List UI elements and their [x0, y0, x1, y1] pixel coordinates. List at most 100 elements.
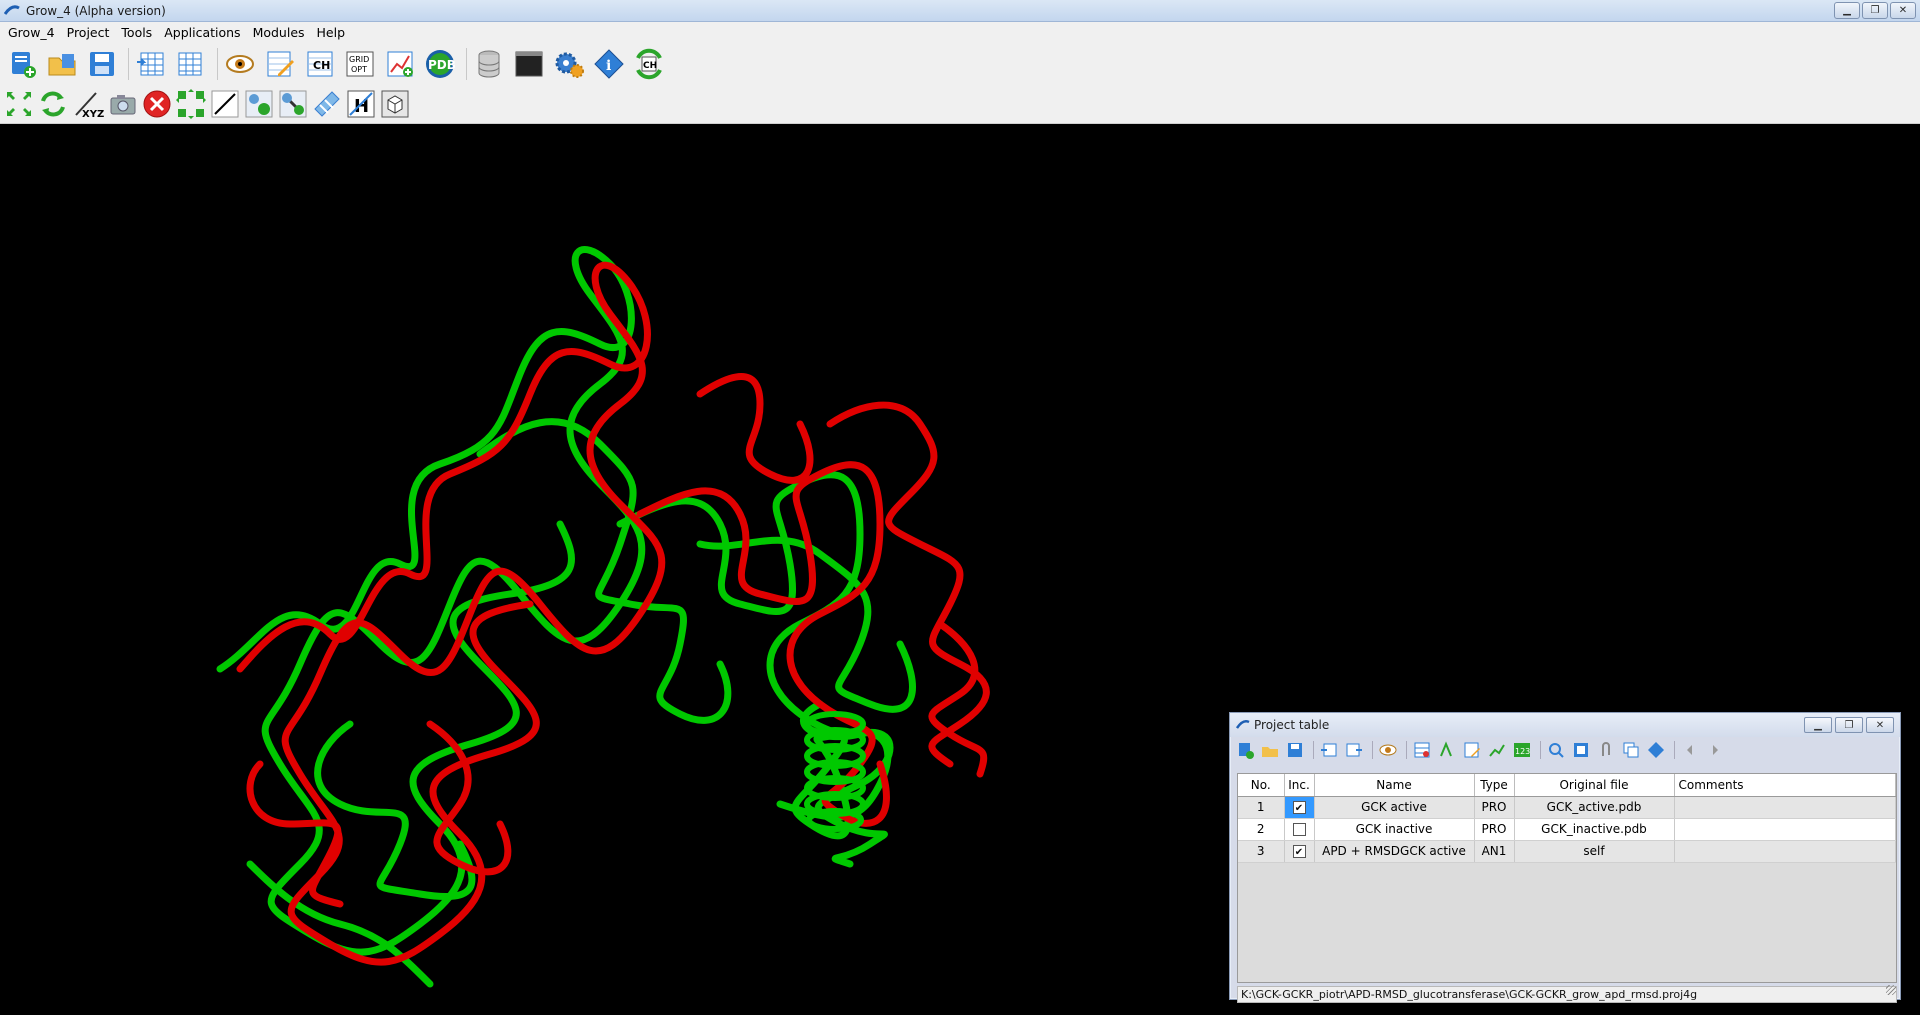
pt-table-button[interactable] [1411, 739, 1433, 761]
column-header-type[interactable]: Type [1474, 774, 1515, 797]
export-table-button[interactable] [173, 46, 209, 82]
view-icon [1379, 744, 1397, 756]
pt-prev-button[interactable] [1679, 739, 1701, 761]
cell-comments[interactable] [1674, 840, 1896, 863]
toolbar-row-1: CH GRID OPT PDB i CH [4, 46, 671, 82]
pt-save-button[interactable] [1284, 739, 1306, 761]
pt-next-button[interactable] [1704, 739, 1726, 761]
database-icon [478, 50, 500, 78]
menu-help[interactable]: Help [311, 25, 352, 40]
cell-inc[interactable] [1284, 796, 1315, 819]
new-project-button[interactable] [4, 46, 40, 82]
atom-tool-button[interactable] [244, 86, 274, 122]
svg-text:GRID: GRID [349, 55, 369, 64]
ribbon-tool-button[interactable] [312, 86, 342, 122]
ch-button[interactable]: CH [302, 46, 338, 82]
pt-grid-button[interactable] [1570, 739, 1592, 761]
edit-button[interactable] [262, 46, 298, 82]
camera-icon [110, 95, 136, 115]
include-checkbox[interactable] [1292, 801, 1306, 814]
grid-opt-button[interactable]: GRID OPT [342, 46, 378, 82]
pt-attach-button[interactable] [1595, 739, 1617, 761]
pt-export-button[interactable] [1343, 739, 1365, 761]
arrow-right-icon [1713, 745, 1718, 755]
hydrogen-button[interactable]: H [346, 86, 376, 122]
pt-minimize-button[interactable]: ▁ [1804, 717, 1832, 733]
pdb-button[interactable]: PDB [422, 46, 458, 82]
svg-text:CH: CH [643, 61, 657, 71]
terminal-button[interactable] [511, 46, 547, 82]
column-header-comments[interactable]: Comments [1674, 774, 1896, 797]
cell-inc[interactable] [1284, 840, 1315, 863]
pt-toolbar-separator [1540, 741, 1541, 759]
xyz-axes-button[interactable]: XYZ [72, 86, 104, 122]
pt-new-button[interactable] [1234, 739, 1256, 761]
pt-view-button[interactable] [1377, 739, 1399, 761]
cell-inc[interactable] [1284, 818, 1315, 841]
sort-icon [1440, 741, 1452, 757]
menu-applications[interactable]: Applications [158, 25, 246, 40]
pt-import-button[interactable] [1318, 739, 1340, 761]
expand-button[interactable] [176, 86, 206, 122]
pt-graph-button[interactable] [1486, 739, 1508, 761]
column-header-no[interactable]: No. [1238, 774, 1285, 797]
save-project-button[interactable] [84, 46, 120, 82]
project-table-title: Project table [1254, 718, 1330, 732]
pt-sort-button[interactable] [1436, 739, 1458, 761]
restore-button[interactable]: ❐ [1862, 2, 1888, 19]
column-header-original-file[interactable]: Original file [1514, 774, 1675, 797]
cell-comments[interactable] [1674, 818, 1896, 841]
stop-button[interactable] [142, 86, 172, 122]
cell-name[interactable]: GCK active [1314, 796, 1475, 819]
column-header-name[interactable]: Name [1314, 774, 1475, 797]
project-table-toolbar: 123 [1234, 738, 1729, 762]
terminal-icon [515, 51, 543, 77]
menu-project[interactable]: Project [61, 25, 116, 40]
resize-grip[interactable] [1886, 985, 1896, 995]
info-button[interactable]: i [591, 46, 627, 82]
pt-copy-button[interactable] [1620, 739, 1642, 761]
add-graph-icon [1489, 744, 1505, 757]
pt-restore-button[interactable]: ❐ [1835, 717, 1863, 733]
fit-view-button[interactable] [4, 86, 34, 122]
pt-open-button[interactable] [1259, 739, 1281, 761]
bond-tool-button[interactable] [278, 86, 308, 122]
line-tool-button[interactable] [210, 86, 240, 122]
database-button[interactable] [471, 46, 507, 82]
project-table-titlebar[interactable]: Project table ▁ ❐ ✕ [1230, 713, 1900, 737]
edit-icon [267, 51, 294, 77]
pt-edit-button[interactable] [1461, 739, 1483, 761]
import-table-button[interactable] [133, 46, 169, 82]
menu-modules[interactable]: Modules [247, 25, 311, 40]
cell-comments[interactable] [1674, 796, 1896, 819]
camera-button[interactable] [108, 86, 138, 122]
add-graph-icon [387, 51, 413, 77]
column-header-inc[interactable]: Inc. [1284, 774, 1315, 797]
include-checkbox[interactable] [1292, 823, 1306, 836]
cell-name[interactable]: APD + RMSDGCK active [1314, 840, 1475, 863]
view-button[interactable] [222, 46, 258, 82]
rotate-button[interactable] [38, 86, 68, 122]
open-project-button[interactable] [44, 46, 80, 82]
settings-button[interactable] [551, 46, 587, 82]
pt-search-button[interactable] [1545, 739, 1567, 761]
pt-close-button[interactable]: ✕ [1866, 717, 1894, 733]
table-row[interactable]: 2 GCK inactive PRO GCK_inactive.pdb [1238, 818, 1896, 841]
table-row[interactable]: 1 GCK active PRO GCK_active.pdb [1238, 796, 1896, 819]
box-button[interactable] [380, 86, 410, 122]
pt-numbers-button[interactable]: 123 [1511, 739, 1533, 761]
menu-tools[interactable]: Tools [115, 25, 158, 40]
include-checkbox[interactable] [1292, 845, 1306, 858]
title-bar[interactable]: Grow_4 (Alpha version) ▁ ❐ ✕ [0, 0, 1920, 22]
cell-type: AN1 [1474, 840, 1515, 863]
project-table-window[interactable]: Project table ▁ ❐ ✕ 123 No. Inc. Name Ty… [1229, 712, 1901, 1003]
pt-info-button[interactable] [1645, 739, 1667, 761]
app-logo-icon [4, 4, 20, 15]
ch-refresh-button[interactable]: CH [631, 46, 667, 82]
add-graph-button[interactable] [382, 46, 418, 82]
cell-name[interactable]: GCK inactive [1314, 818, 1475, 841]
menu-grow4[interactable]: Grow_4 [2, 25, 61, 40]
minimize-button[interactable]: ▁ [1834, 2, 1860, 19]
table-row[interactable]: 3 APD + RMSDGCK active AN1 self [1238, 840, 1896, 863]
close-button[interactable]: ✕ [1890, 2, 1916, 19]
